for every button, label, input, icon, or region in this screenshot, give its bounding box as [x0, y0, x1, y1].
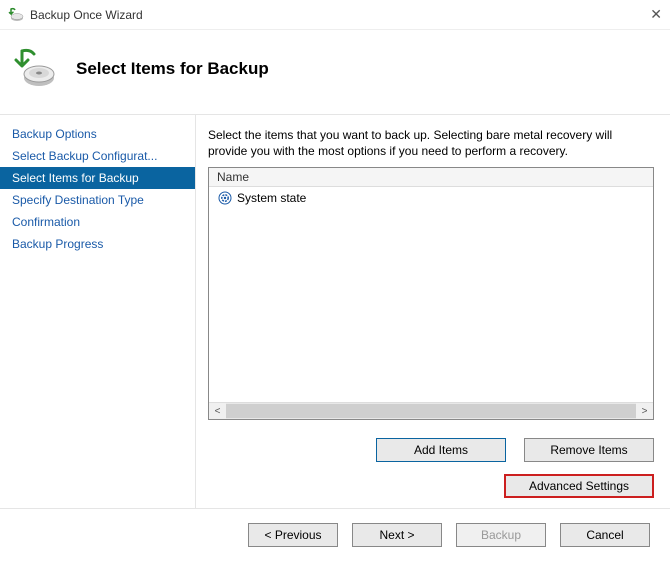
system-state-icon — [217, 190, 233, 206]
wizard-header: Select Items for Backup — [0, 30, 670, 114]
previous-button[interactable]: < Previous — [248, 523, 338, 547]
scroll-thumb[interactable] — [226, 404, 636, 418]
list-column-header[interactable]: Name — [209, 168, 653, 187]
sidebar-item-destination-type[interactable]: Specify Destination Type — [0, 189, 195, 211]
scroll-track[interactable] — [226, 403, 636, 419]
window-title: Backup Once Wizard — [30, 8, 622, 22]
sidebar-item-select-backup-config[interactable]: Select Backup Configurat... — [0, 145, 195, 167]
list-item-label: System state — [237, 191, 306, 205]
sidebar-item-select-items[interactable]: Select Items for Backup — [0, 167, 195, 189]
list-item[interactable]: System state — [209, 189, 653, 207]
wizard-footer: < Previous Next > Backup Cancel — [0, 509, 670, 561]
sidebar-item-confirmation[interactable]: Confirmation — [0, 211, 195, 233]
list-body: System state — [209, 187, 653, 402]
sidebar-item-backup-progress[interactable]: Backup Progress — [0, 233, 195, 255]
next-button[interactable]: Next > — [352, 523, 442, 547]
items-listbox[interactable]: Name System state < > — [208, 167, 654, 420]
sidebar-item-backup-options[interactable]: Backup Options — [0, 123, 195, 145]
main-panel: Select the items that you want to back u… — [195, 115, 670, 508]
wizard-steps-sidebar: Backup Options Select Backup Configurat.… — [0, 115, 195, 508]
remove-items-button[interactable]: Remove Items — [524, 438, 654, 462]
page-title: Select Items for Backup — [76, 59, 269, 79]
horizontal-scrollbar[interactable]: < > — [209, 402, 653, 419]
titlebar: Backup Once Wizard ✕ — [0, 0, 670, 30]
scroll-left-icon[interactable]: < — [209, 403, 226, 420]
wizard-header-icon — [14, 48, 56, 90]
scroll-right-icon[interactable]: > — [636, 403, 653, 420]
instructions-text: Select the items that you want to back u… — [208, 127, 654, 159]
advanced-settings-button[interactable]: Advanced Settings — [504, 474, 654, 498]
cancel-button[interactable]: Cancel — [560, 523, 650, 547]
backup-button: Backup — [456, 523, 546, 547]
close-icon[interactable]: ✕ — [622, 6, 662, 23]
add-items-button[interactable]: Add Items — [376, 438, 506, 462]
app-icon — [8, 7, 24, 23]
